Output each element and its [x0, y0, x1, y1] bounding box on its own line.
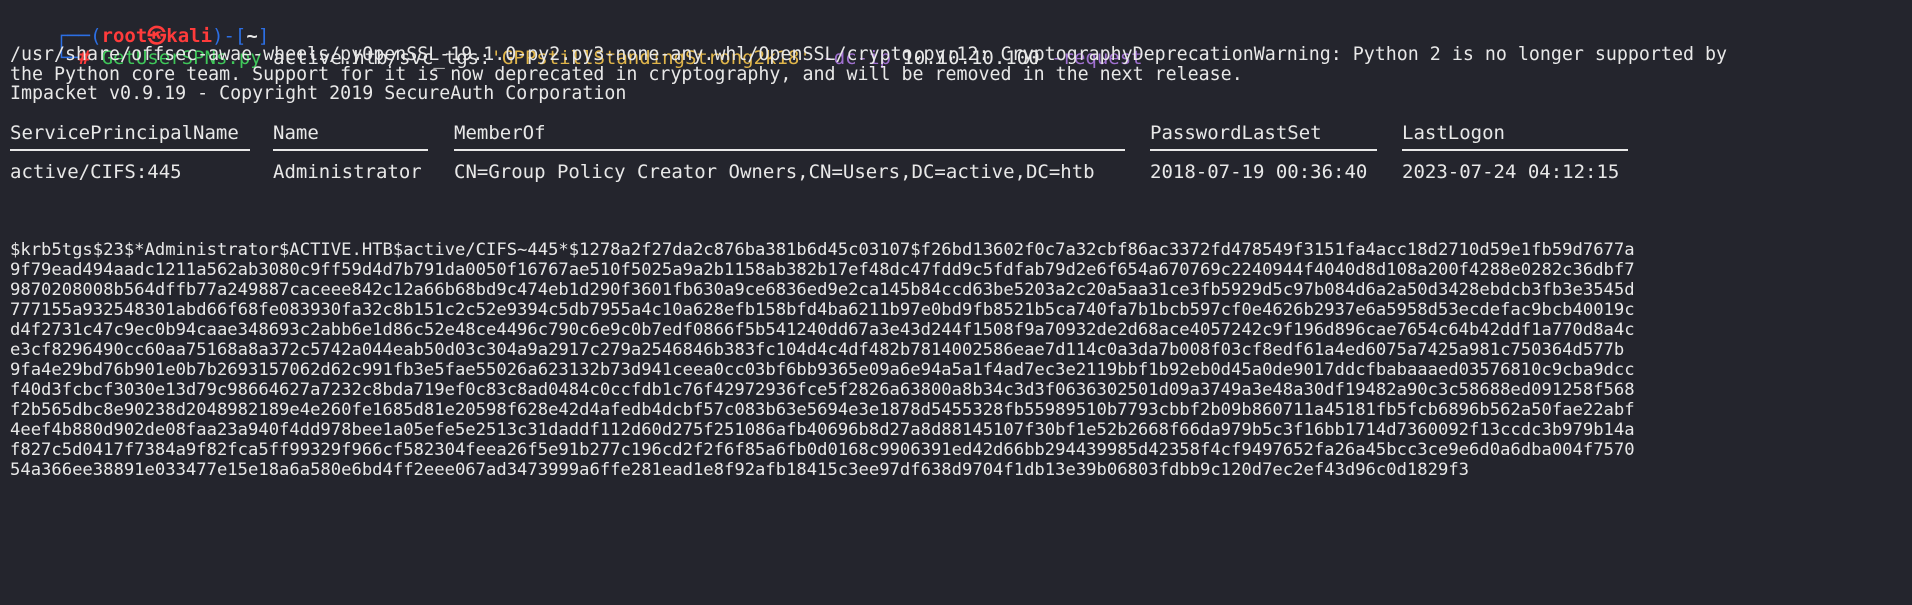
underline-lastlogon: [1402, 149, 1628, 151]
underline-spn: [10, 149, 250, 151]
cell-name: Administrator: [273, 161, 422, 183]
header-memberof: MemberOf: [454, 122, 546, 144]
cell-passwordlastset: 2018-07-19 00:36:40: [1150, 161, 1368, 183]
header-passwordlastset: PasswordLastSet: [1150, 122, 1322, 144]
impacket-banner: Impacket v0.9.19 - Copyright 2019 Secure…: [10, 83, 627, 104]
hash-line: 54a366ee38891e033477e15e18a6a580e6bd4ff2…: [10, 460, 1470, 480]
cell-lastlogon: 2023-07-24 04:12:15: [1402, 161, 1620, 183]
header-lastlogon: LastLogon: [1402, 122, 1505, 144]
underline-passwordlastset: [1150, 149, 1377, 151]
terminal-window[interactable]: ┌──(root㉿kali)-[~] └─# GetUserSPNs.py ac…: [0, 0, 1912, 605]
underline-name: [273, 149, 428, 151]
cell-memberof: CN=Group Policy Creator Owners,CN=Users,…: [454, 161, 1095, 183]
underline-memberof: [454, 149, 1125, 151]
cell-spn: active/CIFS:445: [10, 161, 182, 183]
header-name: Name: [273, 122, 319, 144]
prompt-line: ┌──(root㉿kali)-[~]: [10, 0, 270, 47]
header-spn: ServicePrincipalName: [10, 122, 239, 144]
